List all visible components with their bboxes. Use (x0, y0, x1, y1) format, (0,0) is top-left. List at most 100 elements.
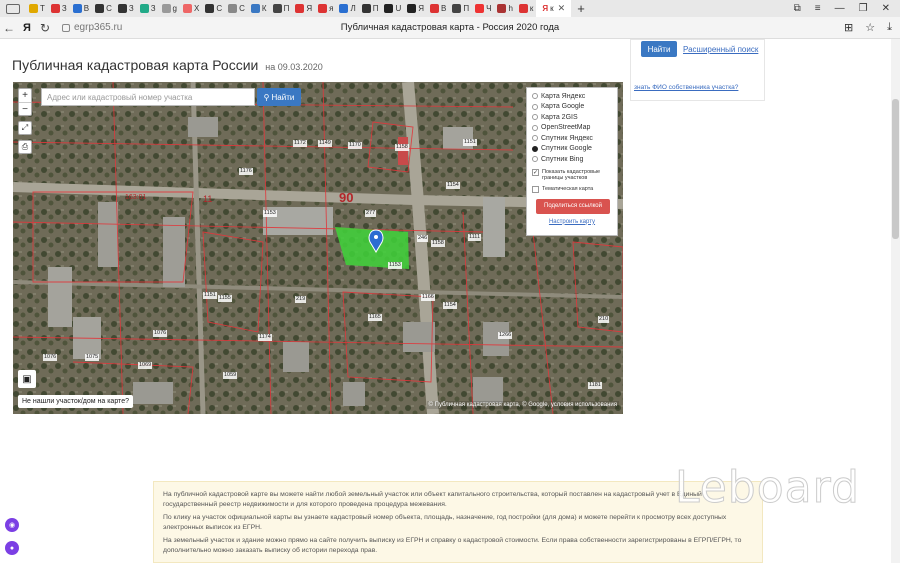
owner-link[interactable]: знать ФИО собственника участка? (634, 84, 738, 91)
parcel-number-label[interactable]: 1149 (318, 140, 332, 147)
url-field[interactable]: egrp365.ru (62, 22, 122, 33)
menu-icon[interactable]: ≡ (815, 3, 821, 14)
browser-tab[interactable]: К (248, 0, 270, 17)
print-icon[interactable]: ⎙ (18, 140, 32, 154)
cadastral-map[interactable]: 90 11 163:01 1172 1149 1170 1158 1176 1154 115… (13, 82, 623, 414)
close-icon[interactable]: ✕ (558, 3, 566, 14)
not-found-link[interactable]: Не нашли участок/дом на карте? (18, 395, 133, 408)
parcel-number-label[interactable]: 1151 (203, 292, 217, 299)
radio-icon[interactable] (532, 124, 538, 131)
radio-icon[interactable] (532, 156, 538, 163)
parcel-number-label[interactable]: 1176 (239, 168, 253, 175)
browser-tab[interactable]: В (70, 0, 92, 17)
browser-tab[interactable]: С (225, 0, 248, 17)
share-link-button[interactable]: Поделиться ссылкой (536, 198, 610, 214)
parcel-number-label[interactable]: 1059 (223, 372, 238, 379)
parcel-number-label[interactable]: 1158 (395, 144, 409, 151)
back-icon[interactable]: ← (0, 21, 18, 35)
parcel-number-label[interactable]: 1076 (43, 354, 58, 361)
browser-tab[interactable]: П (449, 0, 472, 17)
radio-icon[interactable] (532, 145, 538, 152)
parcel-number-label[interactable]: 1111 (468, 234, 482, 241)
map-attribution[interactable]: © Публичная кадастровая карта, © Google,… (426, 401, 619, 409)
parcel-number-label[interactable]: 1069 (138, 362, 153, 369)
fullscreen-icon[interactable]: ⤢ (18, 121, 32, 135)
browser-tab[interactable]: П (270, 0, 293, 17)
layer-option[interactable]: Карта 2GIS (532, 112, 612, 123)
browser-tab[interactable]: З (48, 0, 70, 17)
sidebar-app-icon[interactable]: ◉ (5, 518, 19, 532)
scrollbar[interactable] (891, 39, 900, 563)
parcel-number-label[interactable]: 1154 (446, 182, 460, 189)
zoom-out-button[interactable]: − (19, 102, 31, 115)
map-search-button[interactable]: ⚲ Найти (257, 88, 301, 106)
parcel-number-label[interactable]: 246 (417, 235, 429, 242)
layer-option[interactable]: Карта Google (532, 102, 612, 113)
bookmark-icon[interactable]: ☆ (865, 21, 875, 34)
browser-tab[interactable]: U (381, 0, 404, 17)
browser-tab[interactable]: g (159, 0, 180, 17)
tabs-overview-icon[interactable] (6, 3, 20, 14)
layer-option[interactable]: Спутник Google (532, 144, 612, 155)
map-search-input[interactable]: Адрес или кадастровый номер участка (41, 88, 255, 106)
minimize-icon[interactable]: — (835, 3, 845, 14)
thematic-option[interactable]: Тематическая карта (532, 185, 612, 193)
parcel-number-label[interactable]: 1155 (218, 295, 232, 302)
scrollbar-thumb[interactable] (892, 99, 899, 239)
parcel-number-label[interactable]: 219 (295, 296, 307, 303)
parcel-number-label[interactable]: 1151 (463, 139, 477, 146)
radio-icon[interactable] (532, 103, 538, 110)
parcel-number-label[interactable]: 1165 (368, 314, 382, 321)
parcel-number-label[interactable]: 1153 (263, 210, 277, 217)
radio-icon[interactable] (532, 114, 538, 121)
layer-option[interactable]: Спутник Яндекс (532, 133, 612, 144)
browser-tab[interactable]: П (359, 0, 382, 17)
browser-tab[interactable]: В (427, 0, 449, 17)
parcel-number-label[interactable]: 1174 (258, 334, 272, 341)
find-button[interactable]: Найти (641, 41, 677, 57)
layer-option[interactable]: Карта Яндекс (532, 91, 612, 102)
map-settings-link[interactable]: Настроить карту (532, 219, 612, 225)
tab-active[interactable]: Я к ✕ (536, 0, 572, 17)
translate-icon[interactable]: ⊞ (844, 21, 853, 34)
radio-icon[interactable] (532, 93, 538, 100)
legend-book-icon[interactable]: ▣ (18, 370, 36, 388)
browser-tab[interactable]: З (137, 0, 159, 17)
parcel-number-label[interactable]: 1181 (588, 382, 602, 389)
checkbox-icon[interactable] (532, 185, 539, 193)
radio-icon[interactable] (532, 135, 538, 142)
browser-tab[interactable]: Я (404, 0, 427, 17)
parcel-number-label[interactable]: 277 (365, 210, 377, 217)
parcel-number-label[interactable]: 210 (598, 316, 610, 323)
browser-tab[interactable]: Ч (472, 0, 494, 17)
close-window-icon[interactable]: ✕ (882, 3, 890, 14)
zoom-in-button[interactable]: + (19, 89, 31, 102)
browser-tab[interactable]: к (516, 0, 537, 17)
bookmarks-icon[interactable]: ⧉ (794, 3, 801, 14)
parcel-number-label[interactable]: 1170 (348, 142, 362, 149)
parcel-number-label[interactable]: 1158 (431, 240, 445, 247)
parcel-number-label[interactable]: 1172 (293, 140, 307, 147)
browser-tab[interactable]: С (202, 0, 225, 17)
show-borders-option[interactable]: ✓ Показать кадастровые границы участков (532, 168, 612, 182)
layer-option[interactable]: OpenStreetMap (532, 123, 612, 134)
layer-option[interactable]: Спутник Bing (532, 154, 612, 165)
browser-tab[interactable]: З (115, 0, 137, 17)
parcel-number-label[interactable]: 1266 (498, 332, 513, 339)
parcel-number-label[interactable]: 1075 (85, 354, 100, 361)
parcel-number-label[interactable]: 1076 (153, 330, 168, 337)
browser-tab[interactable]: h (494, 0, 515, 17)
new-tab-icon[interactable]: + (577, 1, 585, 16)
browser-tab[interactable]: Х (180, 0, 202, 17)
browser-tab[interactable]: Л (336, 0, 358, 17)
parcel-number-label[interactable]: 1166 (421, 294, 435, 301)
browser-tab[interactable]: Я (292, 0, 315, 17)
browser-tab[interactable]: С (92, 0, 115, 17)
parcel-number-label[interactable]: 1154 (443, 302, 457, 309)
browser-tab[interactable]: Т (26, 0, 48, 17)
checkbox-checked-icon[interactable]: ✓ (532, 168, 539, 176)
reload-icon[interactable]: ↻ (36, 21, 54, 35)
advanced-search-link[interactable]: Расширенный поиск (683, 45, 758, 54)
download-icon[interactable]: ⤓ (887, 21, 892, 34)
browser-tab[interactable]: я (315, 0, 336, 17)
